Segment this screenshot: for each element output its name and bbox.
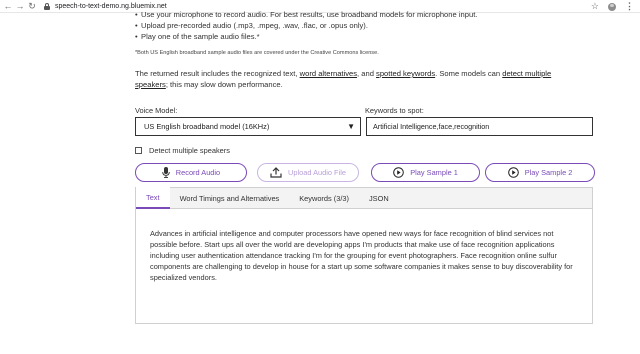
voice-model-select[interactable]: US English broadband model (16KHz) ▼	[135, 117, 361, 136]
keywords-input[interactable]: Artificial Intelligence,face,recognition	[366, 117, 593, 136]
desc-text: , and	[357, 69, 377, 78]
spotted-keywords-link[interactable]: spotted keywords	[376, 69, 435, 78]
profile-avatar-icon[interactable]	[608, 2, 616, 11]
tab-text[interactable]: Text	[136, 187, 170, 209]
detect-speakers-checkbox[interactable]	[135, 147, 142, 154]
record-audio-button[interactable]: Record Audio	[135, 163, 247, 182]
main-content: Use your microphone to record audio. For…	[135, 9, 596, 324]
license-footnote: *Both US English broadband sample audio …	[135, 50, 379, 56]
record-audio-label: Record Audio	[175, 168, 221, 177]
menu-kebab-icon[interactable]: ⋮	[625, 1, 634, 12]
reload-icon[interactable]: ↻	[26, 0, 38, 12]
keywords-label: Keywords to spot:	[365, 106, 424, 115]
description-paragraph: The returned result includes the recogni…	[135, 68, 575, 90]
play-circle-icon	[393, 167, 405, 178]
upload-audio-label: Upload Audio File	[288, 168, 346, 177]
dropdown-caret-icon: ▼	[347, 122, 355, 131]
upload-icon	[270, 167, 282, 178]
desc-text: . Some models can	[435, 69, 503, 78]
play-sample-2-button[interactable]: Play Sample 2	[485, 163, 596, 182]
lock-icon	[44, 2, 50, 10]
tab-keywords[interactable]: Keywords (3/3)	[289, 187, 359, 209]
transcript-panel: Advances in artificial intelligence and …	[135, 209, 593, 324]
play-circle-icon	[507, 167, 519, 178]
play-sample-1-label: Play Sample 1	[410, 168, 458, 177]
list-item: Use your microphone to record audio. For…	[135, 9, 595, 20]
voice-model-value: US English broadband model (16KHz)	[144, 122, 270, 131]
word-alternatives-link[interactable]: word alternatives	[300, 69, 357, 78]
list-item: Upload pre-recorded audio (.mp3, .mpeg, …	[135, 20, 595, 31]
desc-text: The returned result includes the recogni…	[135, 69, 300, 78]
transcript-text: Advances in artificial intelligence and …	[150, 229, 573, 282]
play-sample-2-label: Play Sample 2	[524, 168, 573, 177]
play-sample-1-button[interactable]: Play Sample 1	[371, 163, 481, 182]
voice-model-label: Voice Model:	[135, 106, 178, 115]
output-tabs: Text Word Timings and Alternatives Keywo…	[135, 187, 593, 209]
keywords-value: Artificial Intelligence,face,recognition	[373, 122, 490, 131]
upload-audio-button[interactable]: Upload Audio File	[256, 163, 360, 182]
back-arrow-icon[interactable]: ←	[2, 0, 14, 12]
list-item: Play one of the sample audio files.*	[135, 31, 595, 42]
tab-word-timings[interactable]: Word Timings and Alternatives	[170, 187, 290, 209]
detect-speakers-label[interactable]: Detect multiple speakers	[149, 146, 230, 155]
desc-text: ; this may slow down performance.	[165, 80, 283, 89]
tab-json[interactable]: JSON	[359, 187, 399, 209]
instructions-list: Use your microphone to record audio. For…	[135, 9, 595, 42]
microphone-icon	[162, 167, 170, 178]
forward-arrow-icon[interactable]: →	[14, 0, 26, 12]
